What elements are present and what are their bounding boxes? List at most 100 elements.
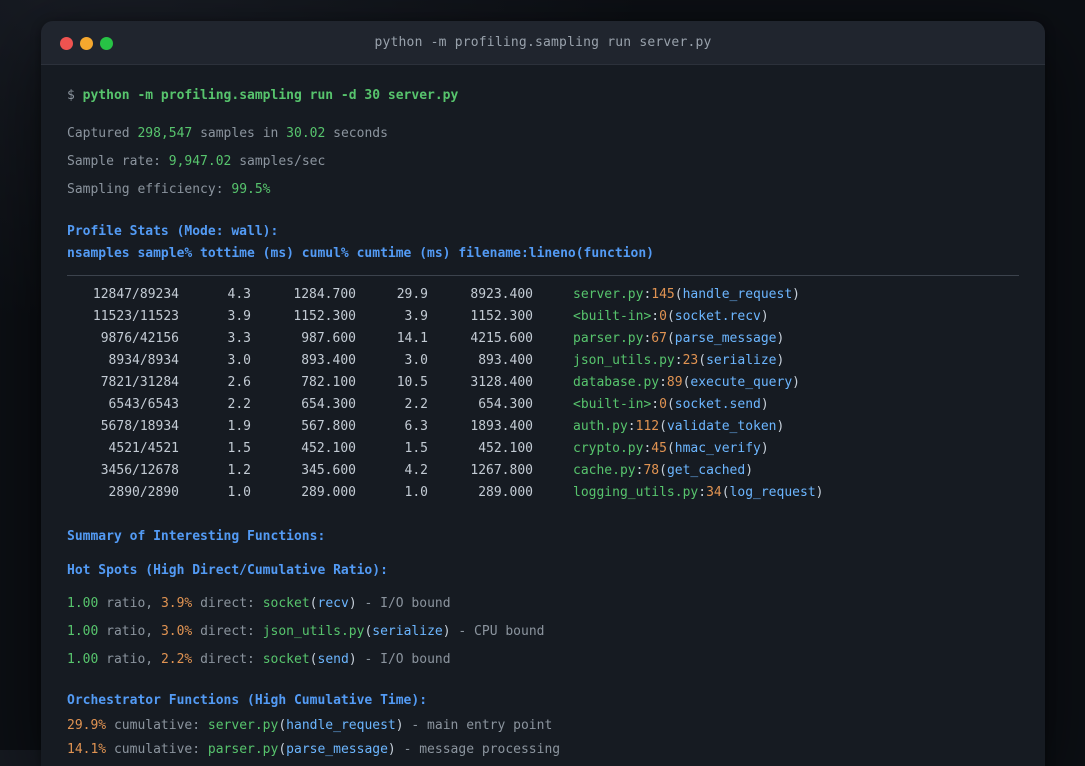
cumtime-cell: 654.300 — [478, 397, 533, 412]
tottime-cell: 567.800 — [301, 419, 356, 434]
tottime-cell: 987.600 — [301, 331, 356, 346]
captured-label: Captured — [67, 126, 138, 141]
nsamples-cell: 9876/42156 — [100, 331, 179, 346]
direct-label: direct: — [192, 596, 263, 611]
location-cell: parser.py 67 parse_message — [573, 331, 784, 346]
function-name: send — [317, 652, 349, 667]
nsamples-cell: 2890/2890 — [108, 485, 179, 500]
direct-pct: 3.0% — [160, 624, 193, 639]
cumul-pct-cell: 1.5 — [404, 441, 428, 456]
paren-close — [816, 485, 824, 500]
function-name: recv — [317, 596, 349, 611]
paren-close — [349, 652, 357, 667]
paren-close — [777, 419, 785, 434]
paren-close — [396, 718, 404, 733]
table-row: 2890/2890 1.0 289.000 1.0 289.000 logging_uti… — [67, 482, 1019, 504]
cumulative-pct: 29.9% — [67, 718, 107, 733]
paren-close — [792, 287, 800, 302]
filename: parser.py — [573, 331, 644, 346]
minimize-button[interactable] — [80, 36, 93, 50]
colon-separator — [651, 397, 659, 412]
paren-open — [667, 331, 675, 346]
paren-open — [659, 463, 667, 478]
role-note: - main entry point — [403, 718, 553, 733]
function-name: log_request — [729, 485, 816, 500]
tottime-cell: 654.300 — [301, 397, 356, 412]
colon-separator — [628, 419, 636, 434]
hot-spot-item: 1.00 ratio, 3.9% direct: socket recv - I/… — [67, 590, 1019, 618]
nsamples-cell: 11523/11523 — [92, 309, 179, 324]
paren-open — [698, 353, 706, 368]
paren-close — [761, 309, 769, 324]
paren-open — [310, 652, 318, 667]
window-title: python -m profiling.sampling run server.… — [374, 35, 712, 50]
nsamples-cell: 6543/6543 — [108, 397, 179, 412]
paren-open — [722, 485, 730, 500]
filename: <built-in> — [573, 309, 652, 324]
filename: cache.py — [573, 463, 636, 478]
module-name: server.py — [207, 718, 279, 733]
colon-separator — [659, 375, 667, 390]
location-cell: database.py 89 execute_query — [573, 375, 800, 390]
sample-pct-cell: 4.3 — [227, 287, 251, 302]
bound-note: - I/O bound — [356, 596, 451, 611]
sample-pct-cell: 3.9 — [227, 309, 251, 324]
table-row: 8934/8934 3.0 893.400 3.0 893.400 json_utils.… — [67, 350, 1019, 372]
function-name: handle_request — [286, 718, 396, 733]
table-row: 12847/89234 4.3 1284.700 29.9 8923.400 server… — [67, 284, 1019, 306]
location-cell: logging_utils.py 34 log_request — [573, 485, 824, 500]
function-name: handle_request — [682, 287, 793, 302]
table-row: 3456/12678 1.2 345.600 4.2 1267.800 cache.py 7… — [67, 460, 1019, 482]
close-button[interactable] — [60, 36, 73, 50]
efficiency-value: 99.5% — [231, 182, 271, 197]
cumtime-cell: 452.100 — [478, 441, 533, 456]
captured-line: Captured 298,547 samples in 30.02 second… — [67, 127, 1019, 141]
function-name: get_cached — [666, 463, 746, 478]
hot-spot-item: 1.00 ratio, 3.0% direct: json_utils.py se… — [67, 618, 1019, 646]
line-number: 34 — [706, 485, 722, 500]
paren-close — [792, 375, 800, 390]
sample-pct-cell: 1.2 — [227, 463, 251, 478]
filename: logging_utils.py — [573, 485, 699, 500]
cumul-pct-cell: 2.2 — [404, 397, 428, 412]
cumtime-cell: 1893.400 — [470, 419, 533, 434]
paren-close — [777, 353, 785, 368]
paren-close — [349, 596, 357, 611]
samples-in-label: samples in — [192, 126, 287, 141]
sample-rate-value: 9,947.02 — [168, 154, 232, 169]
table-row: 4521/4521 1.5 452.100 1.5 452.100 crypto.py 45… — [67, 438, 1019, 460]
function-name: validate_token — [666, 419, 777, 434]
command-text: python -m profiling.sampling run -d 30 s… — [82, 88, 459, 103]
duration-value: 30.02 — [286, 126, 326, 141]
ratio-label: ratio, — [98, 624, 161, 639]
paren-open — [667, 397, 675, 412]
location-cell: json_utils.py 23 serialize — [573, 353, 785, 368]
sample-pct-cell: 2.2 — [227, 397, 251, 412]
terminal-body[interactable]: $ python -m profiling.sampling run -d 30… — [41, 65, 1045, 762]
tottime-cell: 452.100 — [301, 441, 356, 456]
direct-pct: 3.9% — [160, 596, 193, 611]
paren-open — [667, 441, 675, 456]
paren-open — [278, 718, 286, 733]
summary-title: Summary of Interesting Functions: — [67, 529, 326, 544]
sample-pct-cell: 1.0 — [227, 485, 251, 500]
tottime-cell: 893.400 — [301, 353, 356, 368]
titlebar[interactable]: python -m profiling.sampling run server.… — [41, 21, 1045, 65]
cumtime-cell: 4215.600 — [470, 331, 533, 346]
nsamples-cell: 3456/12678 — [100, 463, 179, 478]
command-line: $ python -m profiling.sampling run -d 30… — [67, 89, 1019, 103]
bound-note: - I/O bound — [356, 652, 451, 667]
cumtime-cell: 8923.400 — [470, 287, 533, 302]
cumtime-cell: 1267.800 — [470, 463, 533, 478]
maximize-button[interactable] — [100, 36, 113, 50]
orchestrator-item: 14.1% cumulative: parser.pyparse_message… — [67, 738, 1019, 762]
filename: server.py — [573, 287, 644, 302]
hot-spot-item: 1.00 ratio, 2.2% direct: socket send - I/… — [67, 646, 1019, 674]
tottime-cell: 289.000 — [301, 485, 356, 500]
paren-open — [667, 309, 675, 324]
function-name: serialize — [372, 624, 443, 639]
line-number: 23 — [682, 353, 699, 368]
cumtime-cell: 1152.300 — [470, 309, 533, 324]
line-number: 67 — [651, 331, 667, 346]
ratio-value: 1.00 — [67, 652, 99, 667]
